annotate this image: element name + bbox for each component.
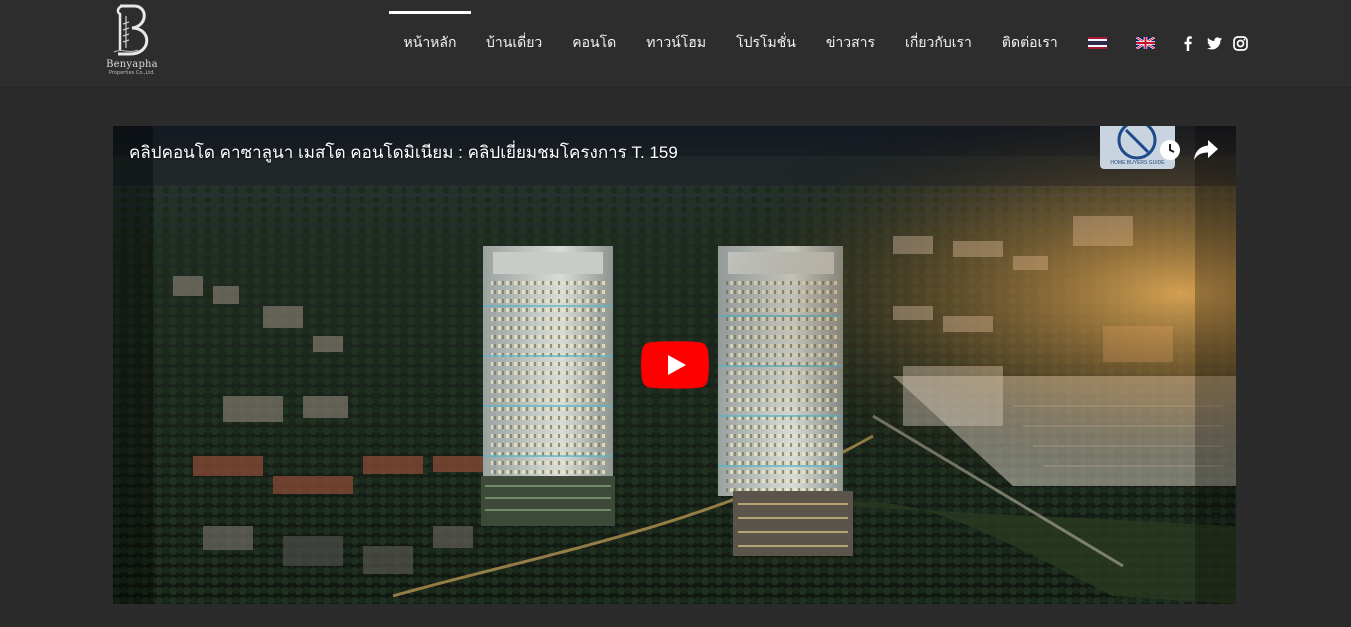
thai-flag-icon (1087, 37, 1107, 49)
nav-item-label: บ้านเดี่ยว (486, 35, 543, 51)
uk-flag-icon (1135, 37, 1155, 49)
site-header: Benyapha Properties Co.,Ltd. หน้าหลัก บ้… (0, 0, 1351, 88)
social-links (1181, 0, 1249, 86)
nav-item-single-house[interactable]: บ้านเดี่ยว (486, 0, 542, 86)
nav-item-home[interactable]: หน้าหลัก (389, 0, 471, 86)
nav-item-promotion[interactable]: โปรโมชั่น (736, 0, 796, 86)
nav-item-label: ทาวน์โฮม (646, 35, 707, 51)
nav-item-label: เกี่ยวกับเรา (905, 35, 972, 51)
nav-item-about[interactable]: เกี่ยวกับเรา (905, 0, 972, 86)
main-navigation: หน้าหลัก บ้านเดี่ยว คอนโด ทาวน์โฮม โปรโม… (389, 0, 1249, 86)
brand-subtitle: Properties Co.,Ltd. (108, 70, 155, 76)
facebook-icon[interactable] (1181, 35, 1195, 51)
brand-name: Benyapha (106, 59, 158, 70)
twitter-icon[interactable] (1207, 35, 1223, 51)
watch-later-icon[interactable] (1159, 139, 1181, 161)
nav-item-condo[interactable]: คอนโด (572, 0, 616, 86)
share-icon[interactable] (1194, 140, 1218, 162)
video-title[interactable]: คลิปคอนโด คาซาลูนา เมสโต คอนโดมิเนียม : … (129, 139, 678, 166)
nav-item-label: ติดต่อเรา (1001, 35, 1058, 51)
language-english[interactable] (1135, 0, 1155, 86)
play-icon (641, 341, 709, 389)
instagram-icon[interactable] (1233, 35, 1249, 51)
nav-item-townhome[interactable]: ทาวน์โฮม (646, 0, 706, 86)
brand-logo[interactable]: Benyapha Properties Co.,Ltd. (100, 0, 164, 86)
video-player[interactable]: HOME BUYERS GUIDE คลิปคอนโด คาซาลูนา เมส… (113, 126, 1236, 604)
nav-item-label: หน้าหลัก (403, 35, 457, 51)
play-button[interactable] (641, 341, 709, 389)
nav-item-label: ข่าวสาร (825, 35, 876, 51)
logo-mark-icon (113, 4, 149, 56)
language-thai[interactable] (1087, 0, 1107, 86)
nav-item-contact[interactable]: ติดต่อเรา (1002, 0, 1058, 86)
nav-item-label: โปรโมชั่น (736, 35, 796, 51)
nav-item-news[interactable]: ข่าวสาร (826, 0, 875, 86)
nav-item-label: คอนโด (572, 35, 617, 51)
